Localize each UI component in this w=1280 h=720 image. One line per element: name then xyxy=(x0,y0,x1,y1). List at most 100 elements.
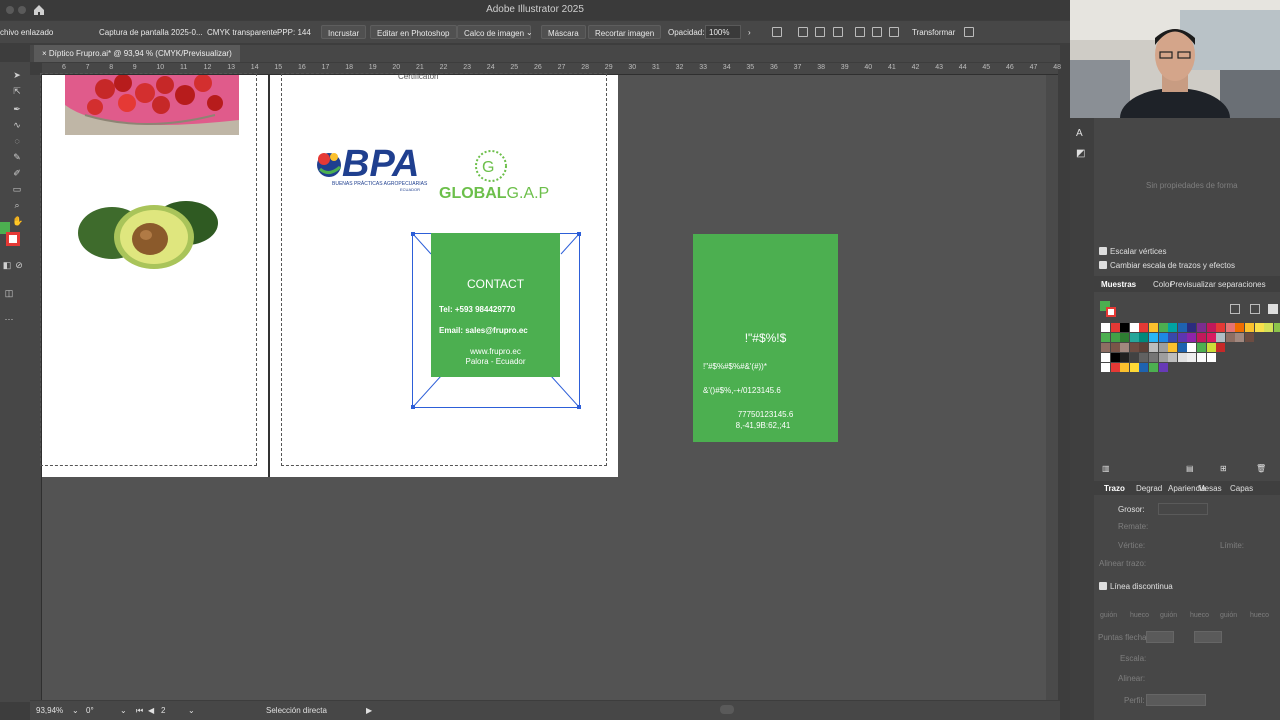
status-arrow-icon[interactable]: ▶ xyxy=(366,706,372,715)
color-swatch[interactable] xyxy=(1177,343,1187,352)
color-swatch[interactable] xyxy=(1120,353,1130,362)
color-swatch[interactable] xyxy=(1187,323,1197,332)
color-swatch[interactable] xyxy=(1168,353,1178,362)
color-swatch[interactable] xyxy=(1110,333,1120,342)
artboard-right[interactable]: Certificaton BPA BUENAS PRÁCTICAS AGROPE… xyxy=(270,72,618,477)
scale-strokes-checkbox[interactable] xyxy=(1099,261,1107,269)
character-panel-icon[interactable]: A xyxy=(1076,128,1083,139)
color-swatch[interactable] xyxy=(1168,343,1178,352)
scale-corners-checkbox[interactable] xyxy=(1099,247,1107,255)
color-swatch[interactable] xyxy=(1158,343,1168,352)
new-swatch-group-icon[interactable]: ▤ xyxy=(1186,464,1194,473)
tab-swatches[interactable]: Muestras xyxy=(1101,280,1136,289)
vertical-scrollbar[interactable] xyxy=(1046,75,1058,700)
color-swatch[interactable] xyxy=(1120,343,1130,352)
color-swatch[interactable] xyxy=(1149,333,1158,342)
opacity-arrow-icon[interactable]: › xyxy=(748,28,751,37)
avocado-image[interactable] xyxy=(76,193,221,273)
color-swatch[interactable] xyxy=(1235,333,1245,342)
color-swatch[interactable] xyxy=(1216,323,1226,332)
color-swatch[interactable] xyxy=(1225,323,1235,332)
zoom-tool-icon[interactable]: ⌕ xyxy=(12,200,22,210)
handle-bottom-left[interactable] xyxy=(411,405,415,409)
align-right-icon[interactable] xyxy=(833,27,843,37)
color-swatch[interactable] xyxy=(1139,333,1149,342)
dashed-line-checkbox[interactable] xyxy=(1099,582,1107,590)
zoom-level[interactable]: 93,94% xyxy=(36,706,63,715)
swatch-view-list-icon[interactable] xyxy=(1250,304,1260,314)
swatch-library-icon[interactable]: ▥ xyxy=(1102,464,1110,473)
image-trace-button[interactable]: Calco de imagen xyxy=(457,25,532,39)
align-left-icon[interactable] xyxy=(798,27,808,37)
tomato-basket-image[interactable] xyxy=(65,75,239,135)
align-bottom-icon[interactable] xyxy=(889,27,899,37)
angle-dropdown-icon[interactable]: ⌄ xyxy=(120,706,127,715)
color-swatch[interactable] xyxy=(1149,323,1158,332)
color-swatch[interactable] xyxy=(1197,323,1206,332)
color-swatch[interactable] xyxy=(1110,343,1120,352)
align-center-icon[interactable] xyxy=(815,27,825,37)
mask-button[interactable]: Máscara xyxy=(541,25,586,39)
direct-selection-tool-icon[interactable]: ⇱ xyxy=(12,86,22,96)
rotation-angle[interactable]: 0° xyxy=(86,706,94,715)
close-tab-icon[interactable]: × xyxy=(42,49,49,58)
color-swatch[interactable] xyxy=(1168,333,1178,342)
align-top-icon[interactable] xyxy=(855,27,865,37)
handle-bottom-right[interactable] xyxy=(577,405,581,409)
contact-card[interactable]: CONTACT Tel: +593 984429770 Email: sales… xyxy=(431,233,560,377)
artboard-number[interactable]: 2 xyxy=(161,706,165,715)
color-swatch[interactable] xyxy=(1197,343,1206,352)
handle-top-right[interactable] xyxy=(577,232,581,236)
color-swatch[interactable] xyxy=(1168,323,1178,332)
edit-photoshop-button[interactable]: Editar en Photoshop xyxy=(370,25,457,39)
swatch-stroke-indicator[interactable] xyxy=(1106,307,1116,317)
arrow-start-select[interactable] xyxy=(1146,631,1174,643)
color-swatch[interactable] xyxy=(1101,323,1110,332)
none-color-icon[interactable]: ⊘ xyxy=(14,260,24,270)
trace-dropdown-icon[interactable]: ⌄ xyxy=(526,28,533,37)
color-swatch[interactable] xyxy=(1235,323,1245,332)
crop-image-button[interactable]: Recortar imagen xyxy=(588,25,662,39)
color-swatch[interactable] xyxy=(1158,333,1168,342)
pencil-tool-icon[interactable]: ✎ xyxy=(12,152,22,162)
tab-stroke[interactable]: Trazo xyxy=(1104,484,1125,493)
align-to-icon[interactable] xyxy=(772,27,782,37)
pen-tool-icon[interactable]: ✒ xyxy=(12,104,22,114)
delete-swatch-icon[interactable]: 🗑 xyxy=(1256,464,1266,473)
color-swatch[interactable] xyxy=(1273,323,1280,332)
prev-artboard-icon[interactable]: ◀ xyxy=(148,706,154,715)
outlined-text-card[interactable]: !"#$%!$ !"#$%#$%#&'(#))* &'()#$%,-+/0123… xyxy=(693,234,838,442)
draw-mode-icon[interactable]: ◫ xyxy=(4,288,14,298)
more-tools-icon[interactable]: ⋯ xyxy=(4,314,14,324)
document-tab[interactable]: × Díptico Frupro.ai* @ 93,94 % (CMYK/Pre… xyxy=(34,45,240,62)
color-swatch[interactable] xyxy=(1101,333,1110,342)
curvature-tool-icon[interactable]: ∿ xyxy=(12,120,22,130)
color-swatch[interactable] xyxy=(1129,333,1139,342)
color-swatch[interactable] xyxy=(1139,353,1149,362)
color-swatch[interactable] xyxy=(1245,323,1254,332)
color-swatch[interactable] xyxy=(1139,363,1149,372)
color-swatch[interactable] xyxy=(1158,353,1168,362)
color-swatch[interactable] xyxy=(1206,353,1216,362)
hand-tool-icon[interactable]: ✋ xyxy=(12,216,23,226)
color-swatch[interactable] xyxy=(1197,353,1206,362)
tab-layers[interactable]: Capas xyxy=(1230,484,1253,493)
color-swatch[interactable] xyxy=(1120,333,1130,342)
color-swatch[interactable] xyxy=(1101,343,1110,352)
swatch-view-large-icon[interactable] xyxy=(1268,304,1278,314)
color-swatch[interactable] xyxy=(1129,323,1139,332)
new-swatch-icon[interactable]: ⊞ xyxy=(1220,464,1227,473)
color-swatch[interactable] xyxy=(1158,363,1168,372)
weight-input[interactable] xyxy=(1158,503,1208,515)
color-swatch[interactable] xyxy=(1206,323,1216,332)
color-swatch[interactable] xyxy=(1177,353,1187,362)
bpa-logo[interactable]: BPA BUENAS PRÁCTICAS AGROPECUARIAS ECUAD… xyxy=(314,145,438,197)
color-swatch[interactable] xyxy=(1129,343,1139,352)
layers-panel-icon[interactable]: ◩ xyxy=(1076,148,1085,159)
artboard-left[interactable] xyxy=(40,73,268,477)
arrow-end-select[interactable] xyxy=(1194,631,1222,643)
color-swatch[interactable] xyxy=(1206,333,1216,342)
canvas[interactable]: Certificaton BPA BUENAS PRÁCTICAS AGROPE… xyxy=(40,72,1058,700)
selection-tool-icon[interactable]: ➤ xyxy=(12,70,22,80)
color-swatch[interactable] xyxy=(1245,333,1254,342)
